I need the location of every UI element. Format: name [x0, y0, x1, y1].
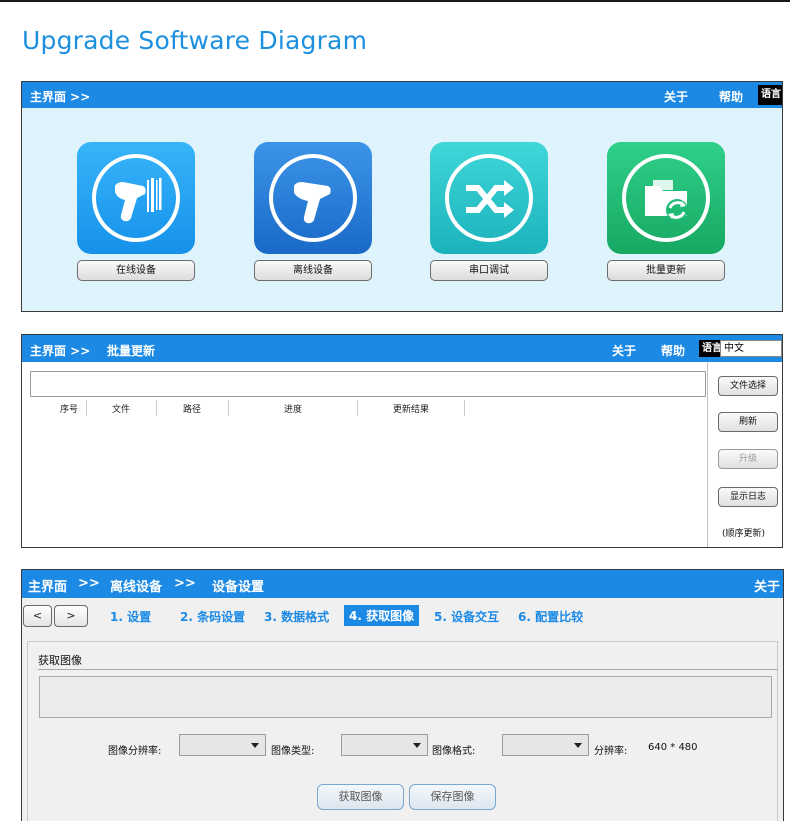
menu-language[interactable]: 语言 [758, 85, 782, 105]
chevron-down-icon [574, 743, 582, 748]
update-mode-note: (顺序更新) [722, 529, 766, 539]
shuffle-icon [466, 180, 514, 218]
breadcrumb-separator: >> [174, 576, 196, 591]
menu-about[interactable]: 关于 [612, 342, 636, 359]
column-header: 更新结果 [393, 405, 430, 415]
scanner-icon [294, 182, 331, 224]
offline-device-tile[interactable] [254, 142, 372, 254]
file-list-area: 序号 文件 路径 进度 更新结果 [22, 362, 708, 547]
resolution-select[interactable] [179, 734, 266, 756]
main-screen-panel: 主界面 >> 关于 帮助 语言 在线设备 离线设备 串口调试 批量更新 [21, 81, 783, 312]
column-divider [86, 400, 87, 416]
chevron-down-icon [251, 743, 259, 748]
language-select[interactable]: 中文 [720, 340, 782, 357]
column-divider [228, 400, 229, 416]
column-header: 进度 [284, 405, 303, 415]
file-select-button[interactable]: 文件选择 [718, 376, 778, 396]
step-tab-5[interactable]: 5. 设备交互 [434, 608, 499, 625]
step-tab-4[interactable]: 4. 获取图像 [344, 605, 420, 626]
column-divider [464, 400, 465, 416]
online-device-tile[interactable] [77, 142, 195, 254]
batch-update-panel: 主界面 >> 批量更新 关于 帮助 语言 中文 序号 文件 路径 进度 更新结果… [21, 334, 783, 548]
chevron-down-icon [413, 743, 421, 748]
menu-help[interactable]: 帮助 [719, 88, 743, 105]
next-step-button[interactable]: > [54, 605, 88, 627]
batch-update-tile[interactable] [607, 142, 725, 254]
image-format-label: 图像格式: [432, 746, 476, 757]
file-path-input[interactable] [30, 371, 706, 397]
capture-image-section: 获取图像 图像分辨率: 图像类型: 图像格式: 分辨率: 640 * 480 获… [27, 641, 778, 821]
image-preview-field [39, 676, 772, 718]
upgrade-button[interactable]: 升级 [718, 449, 778, 469]
image-type-select[interactable] [341, 734, 428, 756]
column-header: 序号 [60, 405, 79, 415]
batch-update-button[interactable]: 批量更新 [607, 260, 725, 281]
top-rule [0, 0, 790, 2]
show-log-button[interactable]: 显示日志 [718, 487, 778, 507]
offline-device-button[interactable]: 离线设备 [254, 260, 372, 281]
batch-header-bar: 主界面 >> 批量更新 关于 帮助 语言 中文 [22, 335, 782, 362]
breadcrumb[interactable]: 主界面 >> [30, 88, 90, 105]
settings-header-bar: 主界面 >> 离线设备 >> 设备设置 关于 [22, 570, 783, 598]
breadcrumb-current: 批量更新 [107, 344, 156, 358]
menu-help[interactable]: 帮助 [661, 342, 685, 359]
breadcrumb-root[interactable]: 主界面 [28, 576, 67, 595]
prev-step-button[interactable]: < [23, 605, 52, 627]
save-image-button[interactable]: 保存图像 [409, 784, 496, 810]
step-tab-3[interactable]: 3. 数据格式 [264, 608, 329, 625]
menu-about[interactable]: 关于 [664, 88, 688, 105]
serial-debug-tile[interactable] [430, 142, 548, 254]
capture-image-button[interactable]: 获取图像 [317, 784, 404, 810]
step-tab-6[interactable]: 6. 配置比较 [518, 608, 583, 625]
ratio-value: 640 * 480 [648, 742, 698, 753]
breadcrumb-separator: >> [78, 576, 100, 591]
page-title: Upgrade Software Diagram [22, 26, 368, 55]
breadcrumb[interactable]: 主界面 >> [30, 342, 90, 359]
section-label: 获取图像 [38, 654, 82, 667]
serial-debug-button[interactable]: 串口调试 [430, 260, 548, 281]
column-divider [357, 400, 358, 416]
online-device-button[interactable]: 在线设备 [77, 260, 195, 281]
menu-about[interactable]: 关于 [754, 576, 780, 595]
main-header-bar: 主界面 >> 关于 帮助 语言 [22, 82, 782, 108]
breadcrumb-settings: 设备设置 [212, 580, 265, 595]
column-header: 路径 [183, 405, 202, 415]
refresh-button[interactable]: 刷新 [718, 412, 778, 432]
breadcrumb-offline[interactable]: 离线设备 [110, 576, 162, 595]
scanner-barcode-icon [115, 178, 162, 222]
device-settings-panel: 主界面 >> 离线设备 >> 设备设置 关于 < > 1. 设置 2. 条码设置… [21, 569, 784, 821]
step-tab-2[interactable]: 2. 条码设置 [180, 608, 245, 625]
folder-refresh-icon [645, 180, 688, 221]
section-divider [38, 669, 778, 670]
resolution-label: 图像分辨率: [108, 746, 162, 757]
image-format-select[interactable] [502, 734, 589, 756]
step-tab-1[interactable]: 1. 设置 [110, 608, 151, 625]
image-type-label: 图像类型: [271, 746, 315, 757]
column-divider [156, 400, 157, 416]
ratio-label: 分辨率: [594, 746, 628, 757]
column-header: 文件 [112, 405, 131, 415]
